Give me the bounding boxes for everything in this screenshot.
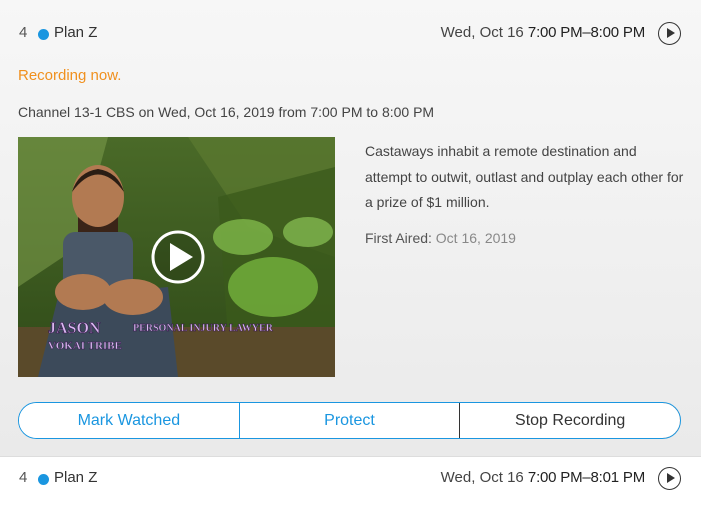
air-time-range: 7:00 PM–8:01 PM [527,469,645,486]
first-aired: First Aired: Oct 16, 2019 [365,230,516,246]
channel-info: Channel 13-1 CBS on Wed, Oct 16, 2019 fr… [18,104,435,120]
recording-status: Recording now. [18,67,122,84]
video-thumbnail[interactable]: JASON PERSONAL INJURY LAWYER VOKAI TRIBE [18,137,335,377]
next-recording-row[interactable]: 4 Plan Z Wed, Oct 16 7:00 PM–8:01 PM [0,457,701,501]
caption-tribe: VOKAI TRIBE [48,340,122,352]
caption-name: JASON [48,320,101,337]
play-icon[interactable] [658,467,681,490]
recording-card: 4 Plan Z Wed, Oct 16 7:00 PM–8:00 PM Rec… [0,0,701,457]
air-time: Wed, Oct 16 7:00 PM–8:01 PM [440,469,646,486]
episode-description: Castaways inhabit a remote destination a… [365,143,684,210]
mark-watched-button[interactable]: Mark Watched [19,403,240,438]
thumbnail-image: JASON PERSONAL INJURY LAWYER VOKAI TRIBE [18,137,335,377]
air-time: Wed, Oct 16 7:00 PM–8:00 PM [440,24,646,41]
play-icon[interactable] [658,22,681,45]
episode-number: 4 [19,469,28,486]
air-date: Wed, Oct 16 [440,24,524,41]
status-dot-icon [38,29,49,40]
episode-number: 4 [19,24,28,41]
caption-role: PERSONAL INJURY LAWYER [133,323,274,334]
stop-recording-button[interactable]: Stop Recording [459,403,680,438]
air-date: Wed, Oct 16 [440,469,524,486]
first-aired-label: First Aired: [365,230,432,246]
episode-title: Plan Z [54,469,98,486]
episode-title: Plan Z [54,24,98,41]
air-time-range: 7:00 PM–8:00 PM [527,24,645,41]
first-aired-value: Oct 16, 2019 [435,230,516,246]
recording-header-row[interactable]: 4 Plan Z Wed, Oct 16 7:00 PM–8:00 PM [0,12,701,56]
status-dot-icon [38,474,49,485]
protect-button[interactable]: Protect [239,403,460,438]
action-buttons: Mark Watched Protect Stop Recording [18,402,681,439]
